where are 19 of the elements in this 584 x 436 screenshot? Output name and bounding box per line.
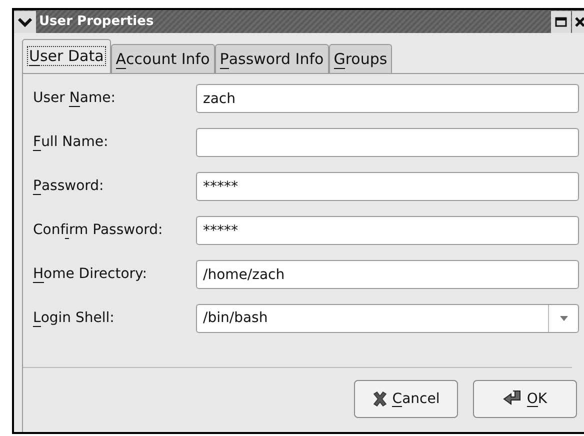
field-label: Full Name: [33, 133, 110, 153]
tab[interactable]: User Data [22, 39, 111, 73]
field-label: Confirm Password: [33, 221, 164, 241]
field-label: Password: [33, 177, 105, 197]
field-label: Login Shell: [33, 309, 116, 329]
tab[interactable]: Groups [328, 44, 392, 73]
ok-button[interactable]: OK [473, 380, 577, 418]
combo-value: /bin/bash [202, 309, 269, 328]
field-label: Home Directory: [33, 265, 148, 285]
input-field[interactable]: ***** [196, 216, 579, 245]
field-label: User Name: [33, 89, 116, 109]
input-field[interactable]: zach [196, 84, 579, 113]
input-field[interactable]: /home/zach [196, 260, 579, 289]
input-field[interactable]: ***** [196, 172, 579, 201]
combo-box[interactable]: /bin/bash [196, 304, 579, 333]
tab[interactable]: Password Info [214, 44, 329, 73]
window-title: User Properties [39, 12, 155, 31]
cancel-button[interactable]: Cancel [354, 380, 458, 418]
tab[interactable]: Account Info [110, 44, 215, 73]
